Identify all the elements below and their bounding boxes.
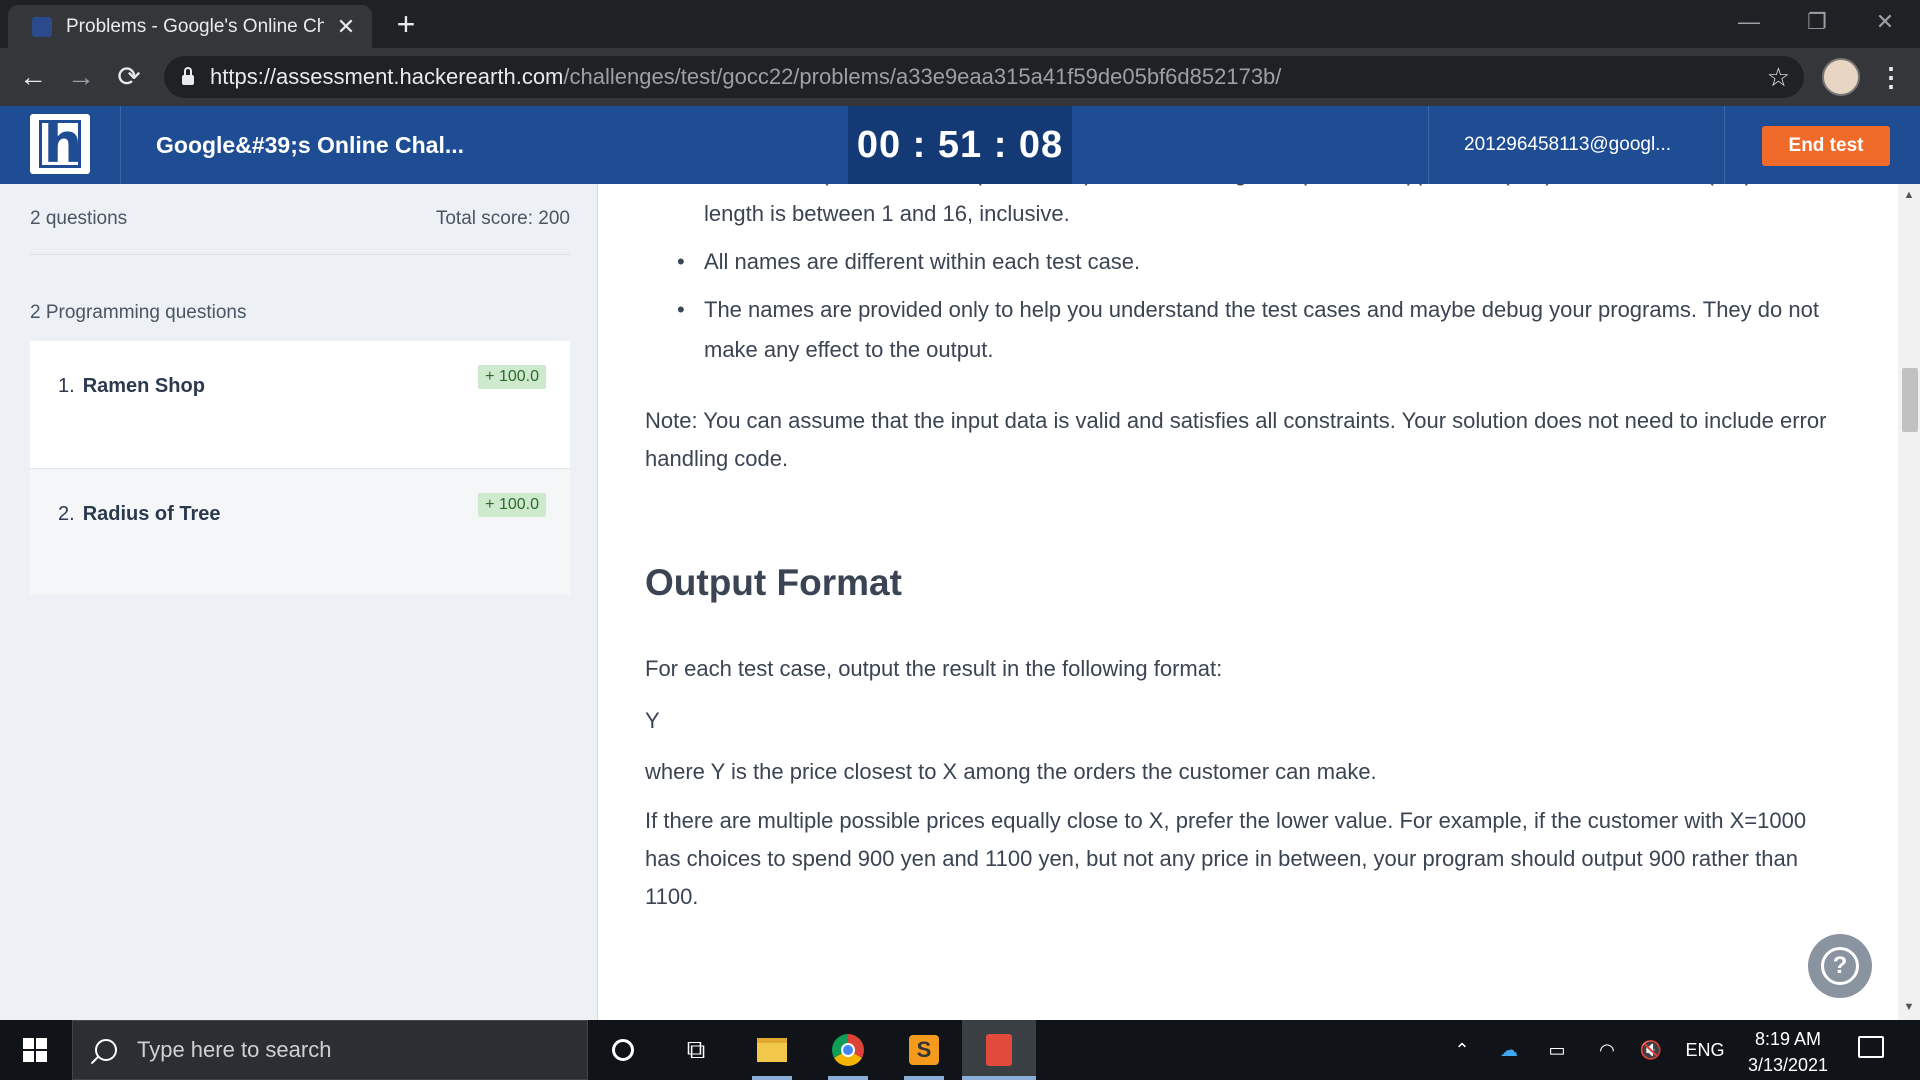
tie-rule-paragraph: If there are multiple possible prices eq… xyxy=(645,808,1807,909)
question-number: 2. xyxy=(58,503,75,525)
question-title: 2. Radius of Tree xyxy=(58,503,221,526)
tab-title: Problems - Google's Online Chall xyxy=(66,15,324,37)
sublime-text-icon: S xyxy=(909,1035,939,1065)
output-format-heading: Output Format xyxy=(645,562,902,603)
cortana-button[interactable] xyxy=(603,1030,643,1070)
hackerearth-logo[interactable]: h xyxy=(30,114,90,174)
url-path: /challenges/test/gocc22/problems/a33e9ea… xyxy=(563,64,1282,89)
chrome-taskbar-button[interactable] xyxy=(828,1030,868,1070)
wifi-icon[interactable]: ◠ xyxy=(1592,1020,1622,1080)
cortana-icon xyxy=(612,1039,634,1061)
browser-toolbar: ← → ⟳ https://assessment.hackerearth.com… xyxy=(0,48,1920,106)
onedrive-icon[interactable]: ☁ xyxy=(1494,1020,1524,1080)
scroll-up-icon[interactable]: ▲ xyxy=(1898,186,1920,204)
close-tab-icon[interactable]: ✕ xyxy=(334,14,358,40)
test-summary: 2 questions Total score: 200 xyxy=(30,184,570,255)
clock-date: 3/13/2021 xyxy=(1747,1055,1829,1075)
browser-tab-strip: Problems - Google's Online Chall ✕ + — ❐… xyxy=(0,0,1920,48)
help-button[interactable]: ? xyxy=(1808,934,1872,998)
question-title: 1. Ramen Shop xyxy=(58,375,205,398)
volume-muted-icon[interactable]: 🔇 xyxy=(1634,1020,1668,1080)
clock-time: 8:19 AM xyxy=(1754,1029,1822,1049)
running-indicator xyxy=(828,1076,868,1080)
battery-icon[interactable]: ▭ xyxy=(1540,1020,1574,1080)
output-intro: For each test case, output the result in… xyxy=(645,656,1223,681)
logo-mark: h xyxy=(39,112,83,175)
sublime-taskbar-button[interactable]: S xyxy=(904,1030,944,1070)
taskbar-search[interactable]: Type here to search xyxy=(72,1020,588,1080)
url-text: https://assessment.hackerearth.com/chall… xyxy=(210,64,1281,90)
show-hidden-icons-icon[interactable]: ⌃ xyxy=(1448,1020,1476,1080)
restore-window-button[interactable]: ❐ xyxy=(1782,0,1852,44)
question-name: Ramen Shop xyxy=(82,375,205,397)
file-explorer-button[interactable] xyxy=(752,1030,792,1070)
divider xyxy=(1428,106,1429,184)
back-button[interactable]: ← xyxy=(14,58,52,96)
browser-tab[interactable]: Problems - Google's Online Chall ✕ xyxy=(8,5,372,48)
running-indicator xyxy=(752,1076,792,1080)
problem-statement: Each name (FlavorName, OptionName) consi… xyxy=(599,184,1898,1020)
question-item-radius-of-tree[interactable]: 2. Radius of Tree + 100.0 xyxy=(30,468,570,595)
question-score-badge: + 100.0 xyxy=(478,365,546,389)
constraint-item: The names are provided only to help you … xyxy=(677,290,1851,370)
question-group-title: 2 Programming questions xyxy=(30,302,247,323)
countdown-timer: 00 : 51 : 08 xyxy=(848,106,1072,184)
windows-logo-icon xyxy=(23,1038,47,1062)
language-indicator[interactable]: ENG xyxy=(1682,1020,1728,1080)
url-host: https://assessment.hackerearth.com xyxy=(210,64,564,89)
snipping-tool-icon xyxy=(986,1034,1012,1066)
total-score: Total score: 200 xyxy=(435,208,570,229)
taskbar-clock[interactable]: 8:19 AM 3/13/2021 xyxy=(1728,1026,1848,1078)
address-bar[interactable]: https://assessment.hackerearth.com/chall… xyxy=(164,56,1804,98)
browser-menu-icon[interactable]: ⋮ xyxy=(1876,58,1906,96)
app-header: h Google&#39;s Online Chal... 00 : 51 : … xyxy=(0,106,1920,184)
reload-button[interactable]: ⟳ xyxy=(110,58,148,96)
running-indicator xyxy=(904,1076,944,1080)
divider xyxy=(120,106,121,184)
output-explanation: where Y is the price closest to X among … xyxy=(645,759,1377,784)
scroll-down-icon[interactable]: ▼ xyxy=(1898,998,1920,1016)
divider xyxy=(1724,106,1725,184)
lock-icon xyxy=(182,67,194,85)
end-test-button[interactable]: End test xyxy=(1762,126,1890,166)
question-item-ramen-shop[interactable]: 1. Ramen Shop + 100.0 xyxy=(30,341,570,468)
user-email[interactable]: 201296458113@googl... xyxy=(1464,106,1671,184)
content-scrollbar[interactable]: ▲ ▼ xyxy=(1898,184,1920,1020)
search-icon xyxy=(95,1039,117,1061)
question-score-badge: + 100.0 xyxy=(478,493,546,517)
running-indicator xyxy=(962,1076,1036,1080)
note-paragraph: Note: You can assume that the input data… xyxy=(645,408,1827,471)
new-tab-button[interactable]: + xyxy=(390,8,422,40)
constraint-item: All names are different within each test… xyxy=(677,242,1851,282)
question-name: Radius of Tree xyxy=(82,503,221,525)
minimize-window-button[interactable]: — xyxy=(1714,0,1784,44)
folder-icon xyxy=(757,1038,787,1062)
question-count: 2 questions xyxy=(30,208,128,229)
constraint-item: Each name (FlavorName, OptionName) consi… xyxy=(677,184,1851,234)
chrome-icon xyxy=(832,1034,864,1066)
help-icon: ? xyxy=(1821,947,1859,985)
question-number: 1. xyxy=(58,375,75,397)
task-view-icon: ⧉ xyxy=(686,1034,706,1064)
bookmark-star-icon[interactable]: ☆ xyxy=(1767,62,1790,93)
close-window-button[interactable]: ✕ xyxy=(1850,0,1920,44)
notifications-icon[interactable] xyxy=(1858,1036,1884,1058)
output-sample: Y xyxy=(645,708,660,733)
scrollbar-thumb[interactable] xyxy=(1902,368,1918,432)
start-button[interactable] xyxy=(0,1020,70,1080)
questions-sidebar: 2 questions Total score: 200 2 Programmi… xyxy=(0,184,598,1020)
snipping-tool-button[interactable] xyxy=(979,1030,1019,1070)
windows-taskbar: Type here to search ⧉ S ⌃ ☁ ▭ ◠ 🔇 ENG 8:… xyxy=(0,1020,1920,1080)
test-name: Google&#39;s Online Chal... xyxy=(156,132,465,158)
task-view-button[interactable]: ⧉ xyxy=(676,1030,716,1070)
forward-button[interactable]: → xyxy=(62,58,100,96)
constraints-list: Each name (FlavorName, OptionName) consi… xyxy=(677,184,1851,378)
hackerearth-favicon-icon xyxy=(32,16,52,37)
profile-avatar[interactable] xyxy=(1822,58,1860,96)
search-placeholder: Type here to search xyxy=(137,1037,332,1062)
logo-letter: h xyxy=(43,112,83,175)
